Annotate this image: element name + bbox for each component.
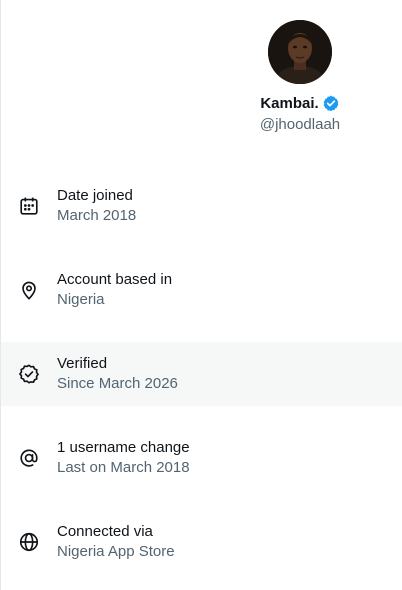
info-row-connected-via: Connected via Nigeria App Store: [1, 500, 402, 584]
location-pin-icon: [18, 279, 40, 301]
verified-badge-icon[interactable]: [322, 94, 340, 112]
info-row-date-joined: Date joined March 2018: [1, 164, 402, 248]
row-title: Connected via: [57, 523, 153, 540]
name-row: Kambai.: [240, 93, 360, 113]
row-subtitle: Last on March 2018: [57, 459, 190, 476]
info-row-username-change: 1 username change Last on March 2018: [1, 416, 402, 500]
at-sign-icon: [18, 447, 40, 469]
display-name[interactable]: Kambai.: [260, 95, 318, 112]
row-subtitle: Nigeria App Store: [57, 543, 175, 560]
info-row-account-based-in: Account based in Nigeria: [1, 248, 402, 332]
username-handle[interactable]: @jhoodlaah: [240, 115, 360, 135]
verified-outline-icon: [18, 363, 40, 385]
row-title: Account based in: [57, 271, 173, 288]
account-info-list: Date joined March 2018 Account based in …: [1, 164, 402, 584]
row-title: Date joined: [57, 187, 133, 204]
about-account-panel: Kambai. @jhoodlaah Date joined March 201…: [0, 0, 402, 590]
row-subtitle: March 2018: [57, 207, 137, 224]
calendar-icon: [18, 195, 40, 217]
avatar[interactable]: [268, 20, 332, 84]
row-subtitle: Nigeria: [57, 291, 105, 308]
globe-icon: [18, 531, 40, 553]
info-row-verified[interactable]: Verified Since March 2026: [1, 342, 402, 406]
profile-header: Kambai. @jhoodlaah: [240, 20, 360, 135]
row-title: 1 username change: [57, 439, 190, 456]
row-title: Verified: [57, 355, 108, 372]
row-subtitle: Since March 2026: [57, 375, 178, 392]
